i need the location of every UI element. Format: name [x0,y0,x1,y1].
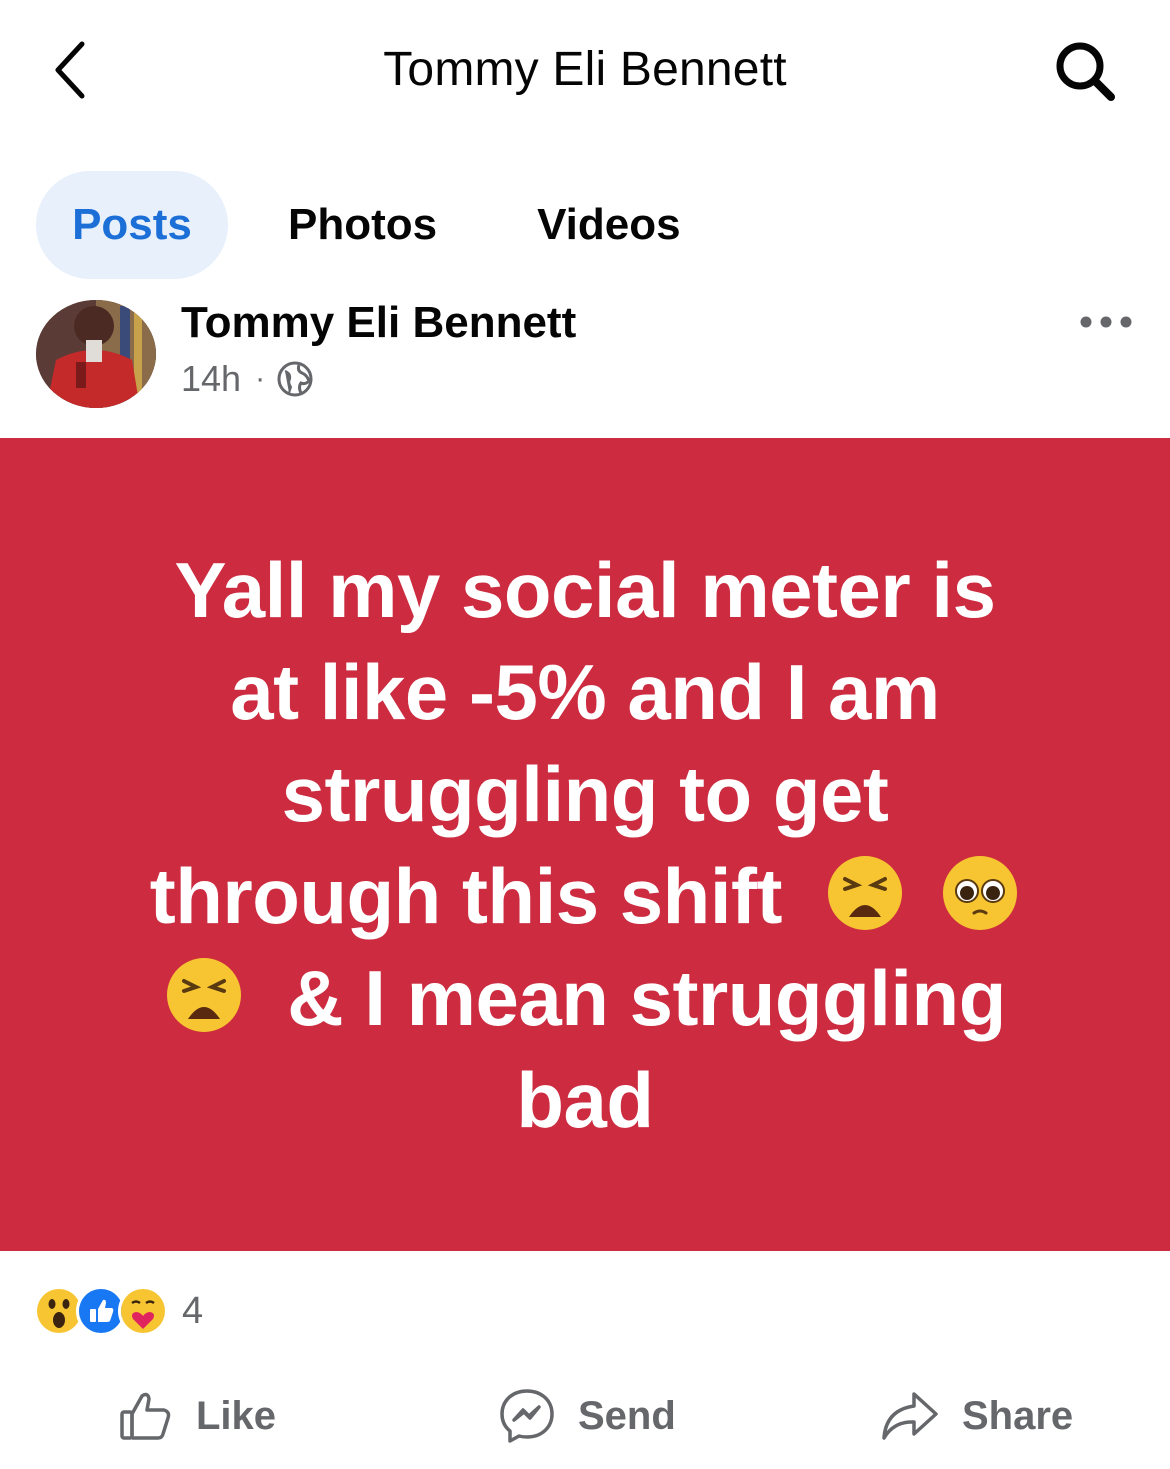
post-text-line: bad [516,1055,654,1144]
post-actions-bar: Like Send Share [0,1380,1170,1452]
top-bar: Tommy Eli Bennett [0,0,1170,140]
pleading-face-emoji-icon [943,855,1018,930]
care-reaction-icon [118,1286,168,1336]
post-text-line: struggling to get [281,749,889,838]
page-title: Tommy Eli Bennett [383,43,787,96]
avatar-image [36,300,156,408]
more-horizontal-icon [1080,316,1132,328]
reactions-summary[interactable]: 4 [34,1286,203,1336]
post-text-line-4: through this shift [105,845,1065,947]
post-text-line: through this shift [149,851,783,940]
post-text-background[interactable]: Yall my social meter is at like -5% and … [0,438,1170,1251]
post-meta: 14h · [181,358,313,400]
post-text-line: Yall my social meter is [174,545,996,634]
post-text-line-5: & I mean struggling [105,947,1065,1049]
search-button[interactable] [1046,36,1126,108]
share-button[interactable]: Share [880,1380,1073,1452]
search-icon [1056,42,1115,101]
weary-face-emoji-icon [167,957,242,1032]
tab-videos[interactable]: Videos [537,171,680,279]
meta-separator: · [255,362,266,395]
weary-face-emoji-icon [828,855,903,930]
more-options-button[interactable] [1076,302,1136,342]
globe-icon [277,361,313,397]
reaction-count: 4 [182,1289,204,1332]
post-header: Tommy Eli Bennett 14h · [0,296,1170,416]
post-text: Yall my social meter is at like -5% and … [105,539,1065,1151]
post-author-name[interactable]: Tommy Eli Bennett [181,298,576,348]
tab-posts[interactable]: Posts [36,171,228,279]
post-text-line: at like -5% and I am [230,647,940,736]
messenger-icon [500,1389,554,1443]
post-time: 14h [181,358,242,399]
share-label: Share [962,1393,1074,1438]
send-label: Send [578,1393,676,1438]
like-button[interactable]: Like [118,1380,276,1452]
avatar[interactable] [36,300,156,408]
share-arrow-icon [882,1392,938,1440]
thumbs-up-icon [120,1392,171,1440]
tab-photos[interactable]: Photos [288,171,437,279]
post-text-line: & I mean struggling [287,953,1006,1042]
profile-tabs: Posts Photos Videos [36,171,681,279]
send-button[interactable]: Send [498,1380,676,1452]
like-label: Like [196,1393,277,1438]
